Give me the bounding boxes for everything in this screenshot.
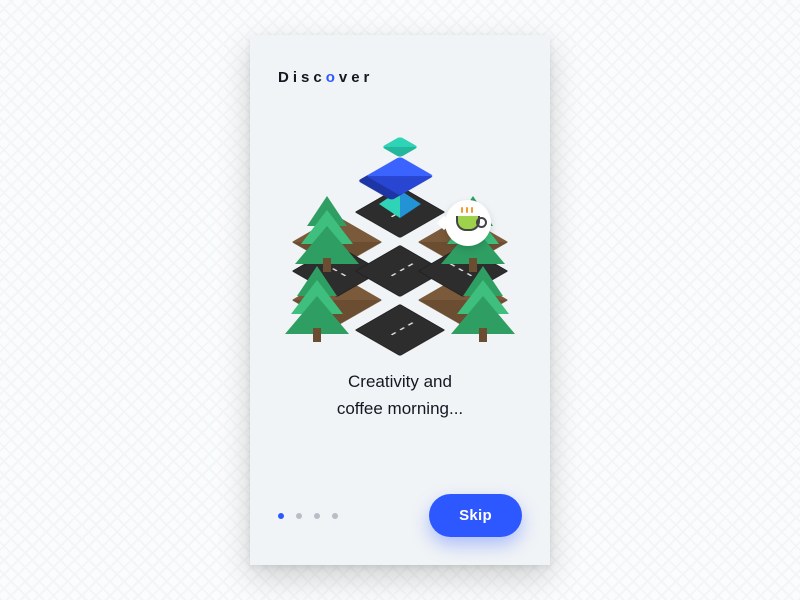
- road-tile: [355, 304, 446, 356]
- brand-text-post: ver: [339, 69, 374, 86]
- caption-line-1: Creativity and: [278, 368, 522, 395]
- page-dot-4[interactable]: [332, 513, 338, 519]
- onboarding-caption: Creativity and coffee morning...: [278, 368, 522, 422]
- skip-button[interactable]: Skip: [429, 494, 522, 537]
- onboarding-footer: Skip: [278, 494, 522, 537]
- building-icon: [376, 152, 424, 200]
- isometric-scene: [285, 130, 515, 340]
- brand-text-accent: o: [326, 69, 339, 86]
- brand-logo: Discover: [278, 69, 522, 86]
- page-indicator[interactable]: [278, 513, 338, 519]
- caption-line-2: coffee morning...: [278, 395, 522, 422]
- page-dot-1[interactable]: [278, 513, 284, 519]
- brand-text-pre: Disc: [278, 69, 326, 86]
- hero-illustration: [278, 120, 522, 350]
- coffee-badge: [445, 200, 491, 246]
- onboarding-card: Discover: [250, 35, 550, 565]
- page-dot-3[interactable]: [314, 513, 320, 519]
- page-dot-2[interactable]: [296, 513, 302, 519]
- coffee-cup-icon: [456, 216, 480, 231]
- canvas-backdrop: Discover: [0, 0, 800, 600]
